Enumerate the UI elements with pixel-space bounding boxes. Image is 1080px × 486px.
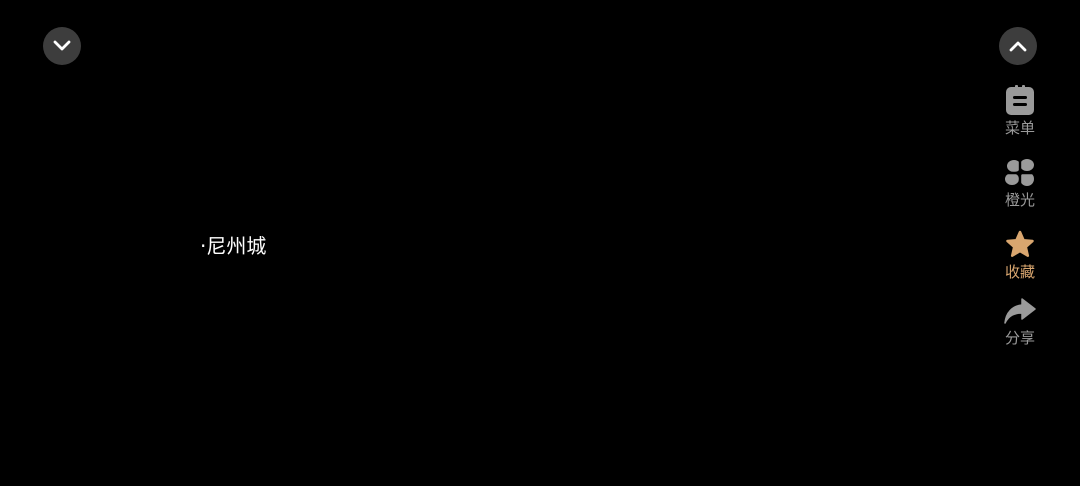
menu-button[interactable]: 菜单	[995, 84, 1045, 137]
orange-light-button[interactable]: 橙光	[995, 156, 1045, 209]
share-button[interactable]: 分享	[995, 294, 1045, 347]
chevron-up-icon	[1009, 41, 1027, 52]
story-text: ·尼州城	[200, 234, 267, 258]
orange-light-logo-icon	[1003, 156, 1037, 190]
collect-label: 收藏	[1004, 263, 1035, 281]
collapse-button[interactable]	[43, 27, 81, 65]
collect-button[interactable]: 收藏	[995, 228, 1045, 281]
reader-screen: ·尼州城 菜单 橙光 收藏 分享	[0, 0, 1080, 486]
menu-icon	[1003, 84, 1037, 118]
orange-light-label: 橙光	[1004, 191, 1035, 209]
share-label: 分享	[1004, 329, 1035, 347]
expand-button[interactable]	[999, 27, 1037, 65]
star-icon	[1003, 228, 1037, 262]
menu-label: 菜单	[1004, 119, 1035, 137]
share-arrow-icon	[1003, 294, 1037, 328]
chevron-down-icon	[53, 40, 71, 51]
